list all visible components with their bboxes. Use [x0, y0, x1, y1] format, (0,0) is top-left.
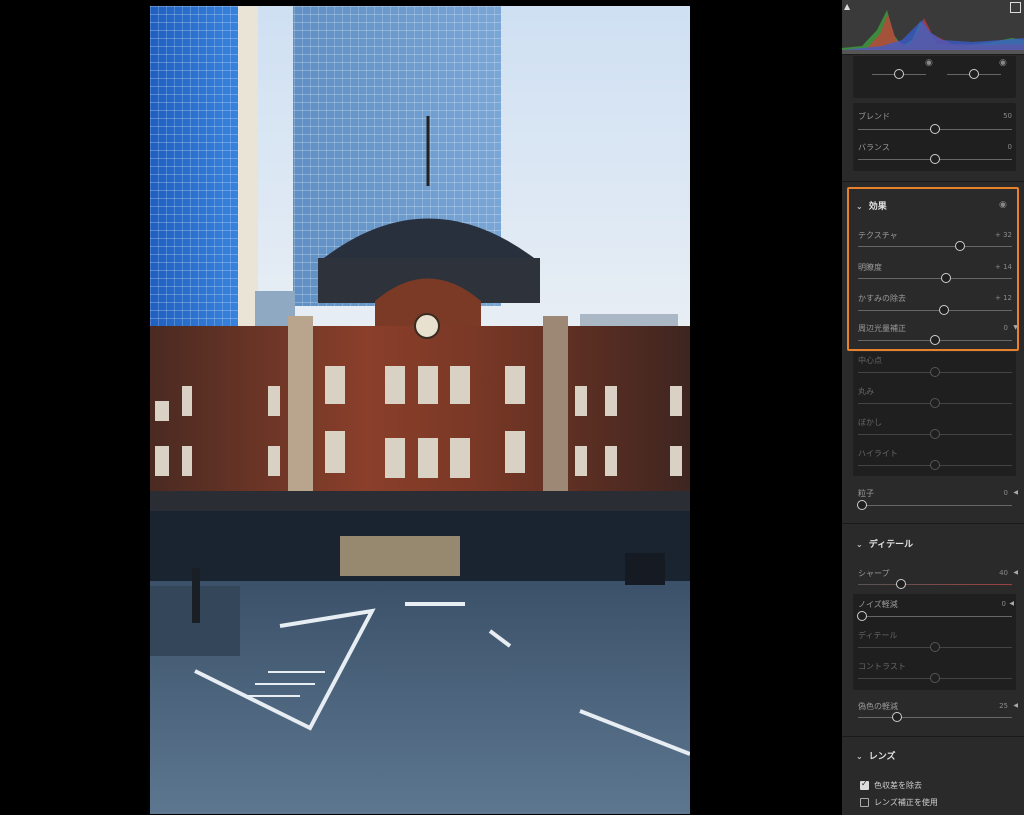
effects-section-header[interactable]: ⌄ 効果	[856, 199, 887, 212]
split-toning-subpanel: ◉ ◉	[853, 56, 1016, 98]
roundness-label: 丸み	[858, 387, 874, 396]
chevron-left-icon[interactable]: ◀	[1013, 702, 1018, 709]
midpoint-label: 中心点	[858, 356, 882, 365]
feather-slider[interactable]	[858, 429, 1012, 439]
noise-label: ノイズ軽減	[858, 600, 898, 609]
feather-label: ぼかし	[858, 418, 882, 427]
vignette-value[interactable]: 0	[1004, 324, 1008, 332]
slider-value[interactable]: 50	[1003, 112, 1012, 120]
clarity-label: 明瞭度	[858, 263, 882, 272]
slider-knob[interactable]	[857, 611, 867, 621]
blend-balance-subpanel: ブレンド 50 バランス 0	[853, 103, 1016, 171]
divider	[842, 181, 1024, 182]
section-title: レンズ	[868, 752, 896, 762]
texture-label: テクスチャ	[858, 231, 898, 240]
dehaze-slider[interactable]	[858, 305, 1012, 315]
slider-knob[interactable]	[930, 642, 940, 652]
noise-contrast-slider[interactable]	[858, 673, 1012, 683]
detail-section-header[interactable]: ⌄ ディテール	[856, 537, 913, 550]
color-noise-value[interactable]: 25	[999, 702, 1008, 710]
highlights-label: ハイライト	[858, 449, 898, 458]
develop-panel: ▲ ◉ ◉ ブレンド 50 バランス 0 ⌄ 効果 ◉ テクスチャ + 32 明瞭…	[842, 0, 1024, 815]
slider-knob[interactable]	[891, 712, 902, 722]
slider-knob[interactable]	[930, 154, 940, 164]
grain-label: 粒子	[858, 489, 874, 498]
divider	[842, 523, 1024, 524]
station-photo	[150, 6, 690, 814]
vignette-label: 周辺光量補正	[858, 324, 906, 333]
blend-slider[interactable]	[858, 124, 1012, 134]
slider-knob[interactable]	[930, 367, 940, 377]
texture-value[interactable]: + 32	[995, 231, 1012, 239]
midpoint-slider[interactable]	[858, 367, 1012, 377]
lens-section-header[interactable]: ⌄ レンズ	[856, 749, 896, 762]
chevron-left-icon[interactable]: ◀	[1013, 489, 1018, 496]
chevron-left-icon[interactable]: ◀	[1009, 600, 1014, 607]
slider-knob[interactable]	[954, 241, 965, 251]
dehaze-label: かすみの除去	[858, 294, 906, 303]
eye-icon[interactable]: ◉	[999, 58, 1007, 68]
noise-value[interactable]: 0	[1002, 600, 1006, 608]
histogram-graph	[842, 10, 1024, 54]
slider-knob[interactable]	[940, 273, 951, 283]
remove-ca-label: 色収差を除去	[874, 781, 922, 790]
slider-knob[interactable]	[930, 398, 940, 408]
slider-knob[interactable]	[857, 500, 867, 510]
grain-slider[interactable]	[857, 500, 1012, 510]
highlight-clipping-icon[interactable]	[1010, 2, 1021, 13]
slider-knob[interactable]	[930, 429, 940, 439]
color-noise-slider[interactable]	[858, 712, 1012, 722]
histogram: ▲	[842, 0, 1024, 55]
section-title: 効果	[868, 202, 887, 212]
color-noise-label: 偽色の軽減	[858, 702, 898, 711]
sharpen-slider[interactable]	[858, 579, 1012, 589]
eye-icon[interactable]: ◉	[925, 58, 933, 68]
clarity-value[interactable]: + 14	[995, 263, 1012, 271]
grain-value[interactable]: 0	[1004, 489, 1008, 497]
photo-preview[interactable]	[150, 6, 690, 814]
chevron-down-icon: ⌄	[856, 752, 863, 761]
chevron-down-icon: ⌄	[856, 540, 863, 549]
clarity-slider[interactable]	[858, 273, 1012, 283]
slider-knob[interactable]	[930, 673, 940, 683]
highlights-slider[interactable]	[858, 460, 1012, 470]
divider	[842, 736, 1024, 737]
slider-label: ブレンド	[858, 112, 890, 121]
hue-slider-track[interactable]	[947, 69, 1001, 79]
dehaze-value[interactable]: + 12	[995, 294, 1012, 302]
chevron-left-icon[interactable]: ◀	[1013, 569, 1018, 576]
vignette-subpanel: 中心点 丸み ぼかし ハイライト	[853, 352, 1016, 476]
section-title: ディテール	[868, 540, 914, 550]
chevron-down-icon: ⌄	[856, 202, 863, 211]
slider-knob[interactable]	[930, 335, 940, 345]
remove-ca-checkbox[interactable]	[860, 779, 869, 790]
balance-slider[interactable]	[858, 154, 1012, 164]
texture-slider[interactable]	[858, 241, 1012, 251]
vignette-slider[interactable]	[858, 335, 1012, 345]
slider-value[interactable]: 0	[1008, 143, 1012, 151]
slider-label: バランス	[858, 143, 890, 152]
hue-slider-track[interactable]	[872, 69, 926, 79]
noise-slider[interactable]	[857, 611, 1012, 621]
slider-knob[interactable]	[930, 460, 940, 470]
image-canvas	[0, 0, 842, 815]
shadow-clipping-icon[interactable]: ▲	[844, 2, 850, 11]
lens-profile-label: レンズ補正を使用	[874, 798, 938, 807]
noise-reduction-subpanel: ノイズ軽減 0 ◀ ディテール コントラスト	[853, 594, 1016, 690]
noise-detail-slider[interactable]	[858, 642, 1012, 652]
slider-knob[interactable]	[896, 579, 907, 589]
chevron-down-icon[interactable]: ▼	[1013, 324, 1018, 331]
sharpen-label: シャープ	[858, 569, 890, 578]
lens-profile-checkbox[interactable]	[860, 798, 869, 807]
eye-icon[interactable]: ◉	[999, 200, 1007, 210]
slider-knob[interactable]	[969, 69, 979, 79]
sharpen-value[interactable]: 40	[999, 569, 1008, 577]
noise-contrast-label: コントラスト	[858, 662, 906, 671]
slider-knob[interactable]	[930, 124, 940, 134]
slider-knob[interactable]	[894, 69, 904, 79]
slider-knob[interactable]	[939, 305, 950, 315]
roundness-slider[interactable]	[858, 398, 1012, 408]
noise-detail-label: ディテール	[858, 631, 898, 640]
